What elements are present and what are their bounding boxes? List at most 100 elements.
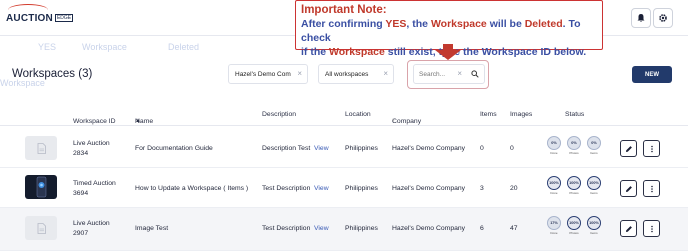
table-row[interactable]: Live Auction 2834 For Documentation Guid… — [0, 128, 688, 168]
status-photos: 0% Photos — [567, 136, 583, 156]
note-highlight: Workspace — [430, 18, 487, 30]
status-percent: 100% — [567, 216, 581, 230]
note-text: will be — [486, 18, 525, 30]
status-label: Photos — [569, 231, 579, 235]
search-placeholder: Search... — [419, 70, 446, 78]
bell-icon — [637, 14, 645, 22]
view-link[interactable]: View — [314, 145, 329, 152]
more-options-button[interactable] — [643, 220, 660, 237]
workspace-thumbnail — [25, 175, 57, 199]
sort-icon: ˅ — [392, 118, 395, 124]
status-percent: 100% — [567, 176, 581, 190]
edit-button[interactable] — [620, 220, 637, 237]
status-label: Items — [590, 151, 598, 155]
status-items: 0% Items — [587, 136, 603, 156]
more-vertical-icon — [650, 185, 653, 192]
notifications-button[interactable] — [631, 8, 651, 28]
workspace-filter-value: All workspaces — [325, 70, 369, 78]
edit-button[interactable] — [620, 180, 637, 197]
new-workspace-button[interactable]: NEW — [632, 66, 672, 83]
status-indicators: 17% Done 100% Photos 100% Items — [547, 216, 603, 236]
clear-workspace-icon[interactable]: × — [383, 69, 388, 78]
status-indicators: 100% Done 100% Photos 100% Items — [547, 176, 603, 196]
table-header: Workspace ID Name ▲ Description Location… — [0, 104, 688, 126]
page-title: Workspaces (3) — [12, 68, 93, 80]
more-vertical-icon — [650, 225, 653, 232]
important-note-callout: Important Note: After confirming YES, th… — [295, 0, 603, 58]
workspace-location: Philippines — [345, 225, 378, 232]
settings-button[interactable] — [653, 8, 673, 28]
workspace-thumbnail — [25, 216, 57, 240]
images-count: 20 — [510, 185, 518, 192]
table-row[interactable]: Live Auction 2907 Image Test Test Descri… — [0, 208, 688, 251]
status-percent: 100% — [547, 176, 561, 190]
more-options-button[interactable] — [643, 140, 660, 157]
view-link[interactable]: View — [314, 185, 329, 192]
status-done: 100% Done — [547, 176, 563, 196]
status-label: Done — [550, 191, 558, 195]
phone-image-icon — [36, 176, 47, 198]
workspace-filter[interactable]: All workspaces × — [318, 64, 394, 84]
workspace-type: Live Auction — [73, 220, 110, 227]
items-count: 0 — [480, 145, 484, 152]
search-icon[interactable] — [471, 70, 479, 78]
clear-company-icon[interactable]: × — [297, 69, 302, 78]
workspace-company: Hazel's Demo Company — [392, 145, 466, 152]
workspace-thumbnail — [25, 136, 57, 160]
note-arrow-down-icon — [435, 50, 461, 60]
column-header-label: Workspace ID — [73, 118, 116, 125]
workspace-location: Philippines — [345, 185, 378, 192]
status-done: 17% Done — [547, 216, 563, 236]
logo-subtext: EDGE — [54, 14, 74, 22]
note-line-1: After confirming YES, the Workspace will… — [301, 17, 598, 45]
document-icon — [37, 142, 46, 154]
column-header-description: Description — [262, 111, 296, 118]
pencil-icon — [625, 185, 632, 192]
column-header-location: Location — [345, 111, 371, 118]
column-header-label: Company — [392, 118, 422, 125]
note-text: if the — [301, 46, 329, 58]
workspace-id: 2834 — [73, 150, 89, 157]
table-row[interactable]: Timed Auction 3694 How to Update a Works… — [0, 168, 688, 208]
view-link[interactable]: View — [314, 225, 329, 232]
more-vertical-icon — [650, 145, 653, 152]
more-options-button[interactable] — [643, 180, 660, 197]
clear-search-icon[interactable]: × — [457, 69, 462, 78]
company-filter-value: Hazel's Demo Com — [235, 70, 291, 78]
column-header-images: Images — [510, 111, 533, 118]
note-title: Important Note: — [301, 4, 387, 16]
status-label: Done — [550, 151, 558, 155]
workspace-id: 3694 — [73, 190, 89, 197]
column-header-status: Status — [565, 111, 585, 118]
workspace-name[interactable]: For Documentation Guide — [135, 145, 213, 152]
status-label: Items — [590, 231, 598, 235]
status-percent: 0% — [547, 136, 561, 150]
workspace-company: Hazel's Demo Company — [392, 185, 466, 192]
status-photos: 100% Photos — [567, 216, 583, 236]
status-percent: 0% — [587, 136, 601, 150]
note-highlight: Workspace — [329, 46, 385, 58]
images-count: 47 — [510, 225, 518, 232]
status-label: Photos — [569, 191, 579, 195]
ghost-nav-item: Deleted — [168, 42, 200, 52]
document-icon — [37, 222, 46, 234]
app-logo[interactable]: AUCTION EDGE — [6, 4, 74, 27]
company-filter[interactable]: Hazel's Demo Com × — [228, 64, 308, 84]
ghost-nav-item: Workspace — [82, 42, 127, 52]
note-highlight: YES — [385, 18, 407, 30]
edit-button[interactable] — [620, 140, 637, 157]
items-count: 6 — [480, 225, 484, 232]
status-label: Done — [550, 231, 558, 235]
workspace-type: Live Auction — [73, 140, 110, 147]
pencil-icon — [625, 225, 632, 232]
note-text: still exist, type the Workspace ID below… — [384, 46, 587, 58]
status-percent: 100% — [587, 216, 601, 230]
column-header-items: Items — [480, 111, 497, 118]
workspace-name[interactable]: Image Test — [135, 225, 168, 232]
note-highlight: Deleted — [524, 18, 563, 30]
sort-asc-icon: ▲ — [135, 118, 141, 124]
search-input[interactable]: Search... × — [413, 64, 485, 84]
workspace-description: Description Test — [262, 145, 311, 152]
workspace-name[interactable]: How to Update a Workspace ( Items ) — [135, 185, 248, 192]
status-done: 0% Done — [547, 136, 563, 156]
